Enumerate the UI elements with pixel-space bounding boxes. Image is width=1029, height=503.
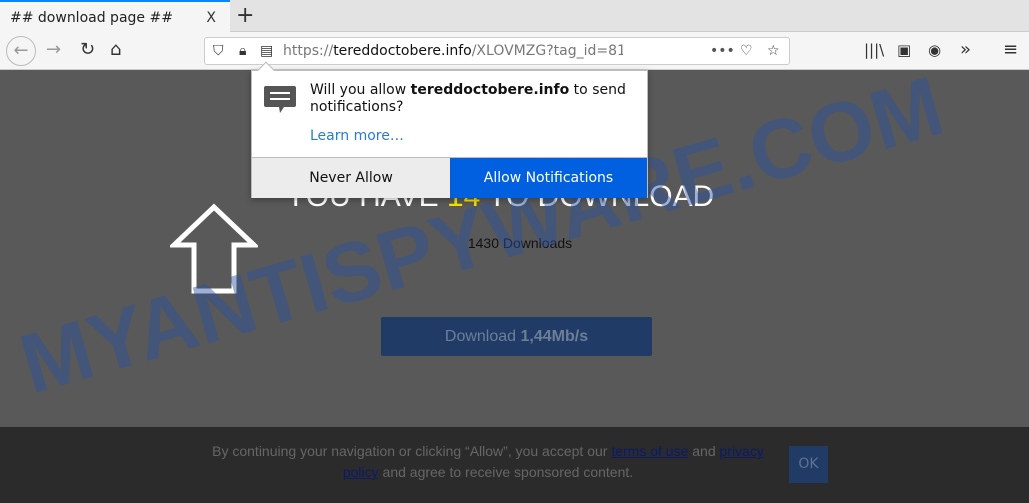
bookmark-star-icon[interactable]: ☆ [767, 38, 780, 64]
library-icon[interactable]: |||\ [864, 40, 884, 60]
navigation-bar: ← → ↻ ⌂ ⛉ 🔒︎ ▤ https://tereddoctobere.in… [0, 32, 1029, 70]
tab-bar: ## download page ## X + [0, 0, 1029, 33]
consent-text: By continuing your navigation or clickin… [212, 443, 764, 480]
back-button[interactable]: ← [6, 36, 36, 66]
tab-title: ## download page ## [10, 9, 173, 26]
notification-permission-icon[interactable]: ▤ [260, 38, 273, 64]
new-tab-button[interactable]: + [236, 3, 254, 28]
page-actions-icon[interactable]: ••• [710, 38, 735, 64]
download-button[interactable]: Download 1,44Mb/s [381, 317, 652, 356]
notification-icon [264, 86, 296, 113]
more-tools-icon[interactable]: » [960, 40, 971, 60]
account-icon[interactable]: ◉ [928, 40, 941, 60]
tab-download-page[interactable]: ## download page ## X [0, 0, 230, 33]
learn-more-link[interactable]: Learn more… [310, 128, 404, 144]
home-button[interactable]: ⌂ [110, 40, 121, 60]
up-arrow-icon [170, 203, 258, 294]
lock-icon[interactable]: 🔒︎ [239, 38, 246, 64]
shield-icon[interactable]: ⛉ [213, 38, 224, 64]
never-allow-button[interactable]: Never Allow [252, 158, 450, 198]
pocket-icon[interactable]: ♡ [740, 38, 753, 64]
notification-permission-popup: Will you allow tereddoctobere.info to se… [251, 61, 648, 198]
consent-footer: By continuing your navigation or clickin… [0, 427, 1029, 503]
sidebar-icon[interactable]: ▣ [897, 40, 911, 60]
reload-button[interactable]: ↻ [80, 40, 95, 60]
download-count: 1430 Downloads [467, 235, 573, 251]
close-tab-icon[interactable]: X [206, 10, 216, 26]
url-text[interactable]: https://tereddoctobere.info/XLOVMZG?tag_… [283, 38, 623, 64]
allow-notifications-button[interactable]: Allow Notifications [450, 158, 647, 198]
popup-message: Will you allow tereddoctobere.info to se… [310, 82, 626, 115]
ok-button[interactable]: OK [789, 446, 828, 483]
menu-icon[interactable]: ≡ [1003, 40, 1018, 60]
terms-of-use-link[interactable]: terms of use [611, 443, 688, 459]
url-bar[interactable]: ⛉ 🔒︎ ▤ https://tereddoctobere.info/XLOVM… [204, 37, 790, 65]
forward-button[interactable]: → [46, 40, 61, 60]
